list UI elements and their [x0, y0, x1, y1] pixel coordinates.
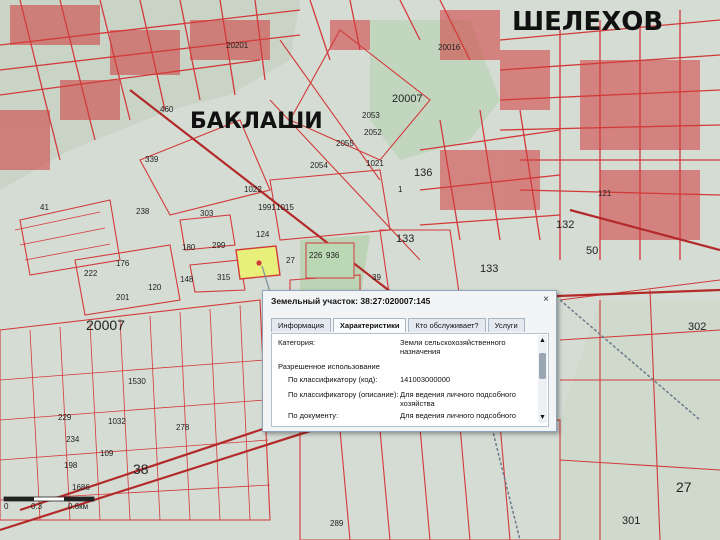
- parcel-number: 1530: [128, 377, 146, 386]
- town-label-baklashi: БАКЛАШИ: [190, 109, 323, 134]
- parcel-number: 124: [256, 230, 270, 239]
- parcel-number: 133: [396, 233, 414, 245]
- category-value-cont: назначения: [400, 347, 441, 356]
- parcel-number: 50: [586, 245, 598, 257]
- parcel-number: 38: [133, 461, 149, 477]
- classifier-desc-value: Для ведения личного подсобного: [400, 390, 516, 399]
- parcel-number: 20007: [86, 317, 125, 333]
- close-icon[interactable]: ×: [541, 295, 551, 305]
- parcel-number: 27: [286, 256, 295, 265]
- tab-characteristics[interactable]: Характеристики: [332, 318, 407, 332]
- scale-label: 0: [4, 502, 9, 511]
- parcel-number: 1991: [258, 203, 276, 212]
- parcel-number: 1021: [366, 159, 384, 168]
- parcel-number: 315: [217, 273, 231, 282]
- parcel-number: 198: [64, 461, 78, 470]
- green-parcel: [305, 242, 355, 279]
- parcel-number: 1022: [244, 185, 262, 194]
- parcel-number: 148: [180, 275, 194, 284]
- parcel-number: 136: [414, 167, 432, 179]
- parcel-number: 301: [622, 515, 640, 527]
- parcel-number: 2052: [364, 128, 382, 137]
- parcel-number: 20016: [438, 43, 461, 52]
- parcel-number: 132: [556, 219, 574, 231]
- scale-label: 0.6км: [68, 502, 88, 511]
- parcel-number: 289: [330, 519, 344, 528]
- parcel-number: 222: [84, 269, 98, 278]
- parcel-number: 1686: [72, 483, 90, 492]
- parcel-number: 201: [116, 293, 130, 302]
- parcel-number: 2055: [336, 139, 354, 148]
- tab-information[interactable]: Информация: [271, 318, 331, 332]
- parcel-number: 936: [326, 251, 340, 260]
- parcel-number: 27: [676, 479, 692, 495]
- parcel-number: 120: [148, 283, 162, 292]
- category-value: Земли сельскохозяйственного: [400, 338, 506, 347]
- category-label: Категория:: [278, 338, 316, 347]
- parcel-number: 1032: [108, 417, 126, 426]
- document-label: По документу:: [288, 411, 339, 420]
- scale-label: 0.3: [31, 502, 43, 511]
- classifier-desc-label: По классификатору (описание):: [288, 390, 399, 399]
- permitted-use-label: Разрешенное использование: [278, 362, 380, 371]
- scroll-thumb[interactable]: [539, 353, 546, 379]
- parcel-number: 339: [145, 155, 159, 164]
- popup-scrollbar[interactable]: ▲ ▼: [538, 335, 547, 423]
- parcel-number: 299: [212, 241, 226, 250]
- parcel-number: 109: [100, 449, 114, 458]
- tab-services[interactable]: Услуги: [487, 318, 525, 332]
- parcel-number: 39: [372, 273, 381, 282]
- parcel-number: 41: [40, 203, 49, 212]
- parcel-number: 226: [309, 251, 323, 260]
- town-label-shelekhov: ШЕЛЕХОВ: [512, 7, 663, 37]
- parcel-number: 133: [480, 263, 498, 275]
- parcel-number: 234: [66, 435, 80, 444]
- parcel-number: 1: [398, 185, 403, 194]
- popup-tabs: Информация Характеристики Кто обслуживае…: [271, 318, 525, 332]
- parcel-number: 302: [688, 321, 706, 333]
- parcel-number: 176: [116, 259, 130, 268]
- parcel-number: 1015: [276, 203, 294, 212]
- scroll-up-icon[interactable]: ▲: [539, 337, 546, 344]
- parcel-marker-icon[interactable]: [256, 260, 262, 266]
- parcel-number: 460: [160, 105, 174, 114]
- parcel-info-popup[interactable]: Земельный участок: 38:27:020007:145 × Ин…: [262, 290, 557, 432]
- scroll-down-icon[interactable]: ▼: [539, 414, 546, 421]
- document-value: Для ведения личного подсобного: [400, 411, 516, 420]
- popup-title: Земельный участок: 38:27:020007:145: [271, 296, 431, 306]
- parcel-number: 2054: [310, 161, 328, 170]
- classifier-code-value: 141003000000: [400, 375, 451, 384]
- cadastral-map[interactable]: ШЕЛЕХОВ БАКЛАШИ 20201 20016 20007 20007 …: [0, 0, 720, 540]
- tab-who-serves[interactable]: Кто обслуживает?: [408, 318, 486, 332]
- classifier-code-label: По классификатору (код):: [288, 375, 378, 384]
- classifier-desc-value-cont: хозяйства: [400, 399, 435, 408]
- parcel-number: 229: [58, 413, 72, 422]
- parcel-number: 303: [200, 209, 214, 218]
- parcel-number: 238: [136, 207, 150, 216]
- popup-content: Категория: Земли сельскохозяйственного н…: [271, 333, 549, 427]
- parcel-number: 20007: [392, 93, 423, 105]
- parcel-number: 278: [176, 423, 190, 432]
- parcel-number: 121: [598, 189, 612, 198]
- parcel-number: 180: [182, 243, 196, 252]
- parcel-number: 2053: [362, 111, 380, 120]
- parcel-number: 20201: [226, 41, 249, 50]
